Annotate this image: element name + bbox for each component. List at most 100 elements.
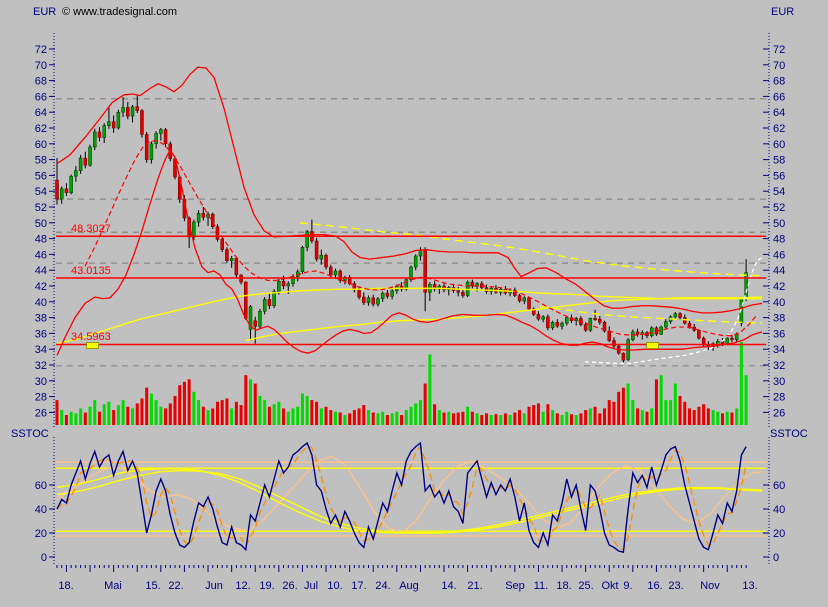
axis-tick-label: 19. xyxy=(259,580,274,592)
axis-tick-label: 32 xyxy=(35,360,47,372)
candles xyxy=(56,95,748,363)
axis-tick-label: 34 xyxy=(773,344,785,356)
volume-bar xyxy=(174,396,177,425)
axis-tick-label: 10. xyxy=(327,580,342,592)
candle xyxy=(419,250,422,256)
axis-tick-label: 64 xyxy=(35,107,47,119)
candle xyxy=(320,255,323,259)
volume-bar xyxy=(707,408,710,425)
volume-bar xyxy=(188,379,191,425)
axis-tick-label: 20 xyxy=(773,528,785,540)
axis-tick-label: 50 xyxy=(35,218,47,230)
axis-tick-label: 68 xyxy=(773,76,785,88)
volume-bar xyxy=(277,402,280,425)
volume-bar xyxy=(631,400,634,425)
volume-bar xyxy=(362,405,365,425)
hline-label-48-3027[interactable]: 48.3027 xyxy=(71,223,111,235)
axis-tick-label: 34 xyxy=(35,344,47,356)
volume-bar xyxy=(216,402,219,425)
axis-tick-label: 12. xyxy=(235,580,250,592)
volume-bar xyxy=(461,412,464,425)
volume-bar xyxy=(556,413,559,425)
candle xyxy=(197,213,200,222)
volume-bar xyxy=(136,403,139,425)
volume-bar xyxy=(424,384,427,426)
candle xyxy=(523,298,526,301)
axis-tick-label: 66 xyxy=(773,91,785,103)
volume-bar xyxy=(546,404,549,425)
volume-bar xyxy=(551,410,554,425)
volume-bar xyxy=(56,400,59,425)
axis-tick-label: 66 xyxy=(35,91,47,103)
volume-bar xyxy=(523,413,526,425)
chart-canvas[interactable]: 7272707068686666646462626060585856565454… xyxy=(0,0,828,607)
volume-bar xyxy=(650,408,653,425)
volume-bar xyxy=(608,400,611,425)
axis-tick-label: 54 xyxy=(773,186,785,198)
volume-bar xyxy=(240,405,243,425)
candle xyxy=(461,292,464,295)
candle xyxy=(221,239,224,249)
right-price-axis-title: EUR xyxy=(771,6,794,18)
candle xyxy=(598,319,601,322)
candle xyxy=(60,189,63,199)
volume-bar xyxy=(155,400,158,425)
axis-tick-label: 23. xyxy=(668,580,683,592)
volume-bar xyxy=(178,385,181,425)
volume-bar xyxy=(419,400,422,425)
volume-bar xyxy=(466,407,469,425)
candle xyxy=(282,281,285,286)
left-price-axis-title: EUR xyxy=(33,6,56,18)
volume-bar xyxy=(315,402,318,425)
axis-tick-label: 13. xyxy=(742,580,757,592)
hline-label-43-0135[interactable]: 43.0135 xyxy=(71,265,111,277)
volume-bar xyxy=(192,392,195,425)
axis-tick-label: 24. xyxy=(375,580,390,592)
volume-bar xyxy=(197,400,200,425)
candle xyxy=(287,284,290,286)
candle xyxy=(381,293,384,299)
volume-bar xyxy=(693,410,696,425)
volume-bars xyxy=(56,342,748,425)
volume-bar xyxy=(669,400,672,425)
volume-bar xyxy=(296,407,299,425)
axis-tick-label: 60 xyxy=(35,139,47,151)
volume-bar xyxy=(140,398,143,425)
volume-bar xyxy=(207,410,210,425)
axis-tick-label: 52 xyxy=(35,202,47,214)
candle xyxy=(372,298,375,304)
volume-bar xyxy=(367,410,370,425)
volume-bar xyxy=(268,407,271,425)
candle xyxy=(230,258,233,260)
volume-bar xyxy=(287,412,290,425)
volume-bar xyxy=(107,402,110,425)
axis-tick-label: 30 xyxy=(773,376,785,388)
volume-bar xyxy=(499,415,502,425)
axis-tick-label: 62 xyxy=(35,123,47,135)
volume-bar xyxy=(617,392,620,425)
candle xyxy=(150,144,153,160)
candle xyxy=(664,322,667,328)
candle xyxy=(358,290,361,297)
hline-drag-handle[interactable] xyxy=(86,342,99,349)
candle xyxy=(56,180,59,199)
volume-bar xyxy=(584,410,587,425)
hline-drag-handle[interactable] xyxy=(646,342,659,349)
volume-bar xyxy=(391,413,394,425)
candle xyxy=(140,111,143,135)
candle xyxy=(122,107,125,112)
volume-bar xyxy=(480,415,483,425)
volume-bar xyxy=(372,413,375,425)
axis-tick-label: 18. xyxy=(556,580,571,592)
volume-bar xyxy=(433,404,436,425)
volume-bar xyxy=(145,388,148,425)
axis-tick-label: 16. xyxy=(647,580,662,592)
axis-tick-label: 72 xyxy=(773,44,785,56)
axis-tick-label: 14. xyxy=(441,580,456,592)
candle xyxy=(225,250,228,261)
volume-bar xyxy=(202,407,205,425)
axis-tick-label: 30 xyxy=(35,376,47,388)
axis-tick-label: 28 xyxy=(773,392,785,404)
axis-tick-label: 70 xyxy=(35,60,47,72)
volume-bar xyxy=(310,400,313,425)
